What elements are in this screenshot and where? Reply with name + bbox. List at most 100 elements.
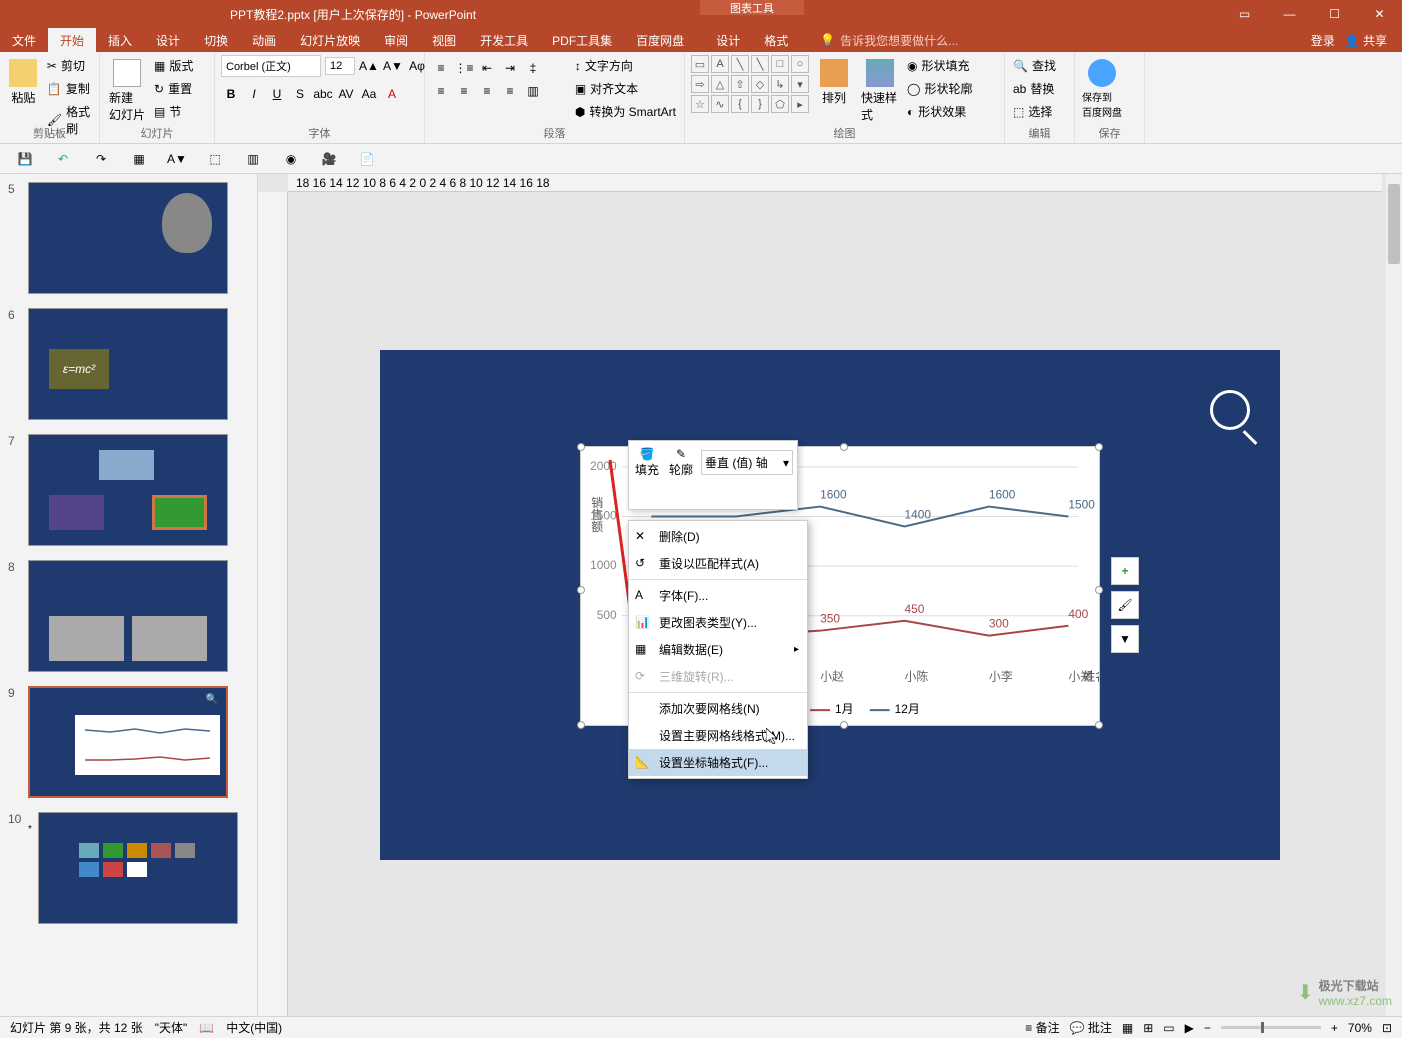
section-button[interactable]: ▤节 <box>152 101 195 122</box>
tab-insert[interactable]: 插入 <box>96 28 144 52</box>
copy-button[interactable]: 📋复制 <box>45 78 93 99</box>
line-spacing-button[interactable]: ‡ <box>523 58 543 78</box>
tab-file[interactable]: 文件 <box>0 28 48 52</box>
shape-conn-icon[interactable]: ↳ <box>771 75 789 93</box>
new-slide-button[interactable]: 新建 幻灯片 <box>106 55 148 127</box>
shadow-button[interactable]: abc <box>313 84 333 104</box>
normal-view-button[interactable]: ▦ <box>1122 1021 1133 1035</box>
share-button[interactable]: 👤 共享 <box>1345 32 1387 49</box>
tab-chart-format[interactable]: 格式 <box>752 28 800 52</box>
tab-home[interactable]: 开始 <box>48 28 96 52</box>
chart-filter-button[interactable]: ▼ <box>1111 625 1139 653</box>
reset-button[interactable]: ↻重置 <box>152 78 195 99</box>
arrange-button[interactable]: 排列 <box>813 55 855 110</box>
shape-arrow2-icon[interactable]: ⇧ <box>731 75 749 93</box>
justify-button[interactable]: ≡ <box>500 81 520 101</box>
bullets-button[interactable]: ≡ <box>431 58 451 78</box>
qat-icon-5[interactable]: ◉ <box>281 149 301 169</box>
decrease-indent-button[interactable]: ⇤ <box>477 58 497 78</box>
increase-indent-button[interactable]: ⇥ <box>500 58 520 78</box>
shape-diamond-icon[interactable]: ◇ <box>751 75 769 93</box>
italic-button[interactable]: I <box>244 84 264 104</box>
slideshow-view-button[interactable]: ▶ <box>1185 1021 1194 1035</box>
paste-button[interactable]: 粘贴 <box>6 55 41 110</box>
resize-handle[interactable] <box>1095 721 1103 729</box>
shape-line-icon[interactable]: ╲ <box>731 55 749 73</box>
align-right-button[interactable]: ≡ <box>477 81 497 101</box>
resize-handle[interactable] <box>840 721 848 729</box>
zoom-out-button[interactable]: − <box>1204 1021 1211 1035</box>
slide-thumbnail-5[interactable]: 5 <box>4 178 253 298</box>
shape-tri-icon[interactable]: △ <box>711 75 729 93</box>
shape-text-icon[interactable]: A <box>711 55 729 73</box>
menu-major-gridlines-format[interactable]: 设置主要网格线格式(M)... <box>629 722 807 749</box>
qat-icon-1[interactable]: ▦ <box>129 149 149 169</box>
thumbnail-panel[interactable]: 5 6 ε=mc² 7 8 9 <box>0 174 258 1016</box>
find-button[interactable]: 🔍查找 <box>1011 55 1058 76</box>
shape-rect-icon[interactable]: ▭ <box>691 55 709 73</box>
align-left-button[interactable]: ≡ <box>431 81 451 101</box>
select-button[interactable]: ⬚选择 <box>1011 101 1058 122</box>
fit-window-button[interactable]: ⊡ <box>1382 1021 1392 1035</box>
qat-icon-4[interactable]: ▥ <box>243 149 263 169</box>
qat-icon-3[interactable]: ⬚ <box>205 149 225 169</box>
menu-font[interactable]: A字体(F)... <box>629 582 807 609</box>
slide-canvas[interactable]: 销售额 2000 1500 1000 500 1500 1500 1600 14… <box>380 350 1280 860</box>
tab-developer[interactable]: 开发工具 <box>468 28 540 52</box>
shape-outline-button[interactable]: ◯形状轮廓 <box>905 78 974 99</box>
shapes-gallery[interactable]: ▭ A ╲ ╲ □ ○ ⇨ △ ⇧ ◇ ↳ ▾ ☆ ∿ { } ⬠ ▸ <box>691 55 809 113</box>
ribbon-options-icon[interactable]: ▭ <box>1222 0 1267 28</box>
text-direction-button[interactable]: ↕文字方向 <box>573 55 678 76</box>
slide-thumbnail-8[interactable]: 8 <box>4 556 253 676</box>
shape-expand-icon[interactable]: ▸ <box>791 95 809 113</box>
shape-curve-icon[interactable]: ∿ <box>711 95 729 113</box>
resize-handle[interactable] <box>840 443 848 451</box>
shape-arrow-icon[interactable]: ⇨ <box>691 75 709 93</box>
slide-thumbnail-6[interactable]: 6 ε=mc² <box>4 304 253 424</box>
tab-baidu[interactable]: 百度网盘 <box>624 28 696 52</box>
underline-button[interactable]: U <box>267 84 287 104</box>
align-text-button[interactable]: ▣对齐文本 <box>573 78 678 99</box>
grow-font-button[interactable]: A▲ <box>359 56 379 76</box>
slide-thumbnail-9[interactable]: 9 🔍 <box>4 682 253 802</box>
tab-chart-design[interactable]: 设计 <box>704 28 752 52</box>
comments-button[interactable]: 💬 批注 <box>1070 1019 1112 1036</box>
shape-circle-icon[interactable]: ○ <box>791 55 809 73</box>
shape-line2-icon[interactable]: ╲ <box>751 55 769 73</box>
save-baidu-button[interactable]: 保存到 百度网盘 <box>1081 55 1123 123</box>
font-size-select[interactable]: 12 <box>325 57 355 75</box>
mini-fill-button[interactable]: 🪣 填充 <box>633 445 661 480</box>
resize-handle[interactable] <box>1095 586 1103 594</box>
qat-icon-2[interactable]: A▼ <box>167 149 187 169</box>
tab-pdf[interactable]: PDF工具集 <box>540 28 624 52</box>
tab-view[interactable]: 视图 <box>420 28 468 52</box>
shape-brace2-icon[interactable]: } <box>751 95 769 113</box>
resize-handle[interactable] <box>1095 443 1103 451</box>
tab-review[interactable]: 审阅 <box>372 28 420 52</box>
quick-styles-button[interactable]: 快速样式 <box>859 55 901 127</box>
redo-button[interactable]: ↷ <box>91 149 111 169</box>
menu-delete[interactable]: ✕删除(D) <box>629 523 807 550</box>
tab-transition[interactable]: 切换 <box>192 28 240 52</box>
shape-fill-button[interactable]: ◉形状填充 <box>905 55 974 76</box>
save-button[interactable]: 💾 <box>15 149 35 169</box>
numbering-button[interactable]: ⋮≡ <box>454 58 474 78</box>
tell-me-search[interactable]: 💡 告诉我您想要做什么... <box>820 32 958 49</box>
resize-handle[interactable] <box>577 443 585 451</box>
menu-axis-format[interactable]: 📐设置坐标轴格式(F)... <box>629 749 807 776</box>
font-color-button[interactable]: A <box>382 84 402 104</box>
undo-button[interactable]: ↶ <box>53 149 73 169</box>
axis-dropdown[interactable]: 垂直 (值) 轴 ▾ <box>701 450 793 475</box>
zoom-slider[interactable] <box>1221 1026 1321 1029</box>
minimize-button[interactable]: — <box>1267 0 1312 28</box>
replace-button[interactable]: ab替换 <box>1011 78 1058 99</box>
smartart-button[interactable]: ⬢转换为 SmartArt <box>573 101 678 122</box>
tab-design[interactable]: 设计 <box>144 28 192 52</box>
case-button[interactable]: Aa <box>359 84 379 104</box>
chart-add-element-button[interactable]: + <box>1111 557 1139 585</box>
zoom-level[interactable]: 70% <box>1348 1021 1372 1035</box>
language-indicator[interactable]: 中文(中国) <box>226 1019 282 1036</box>
columns-button[interactable]: ▥ <box>523 81 543 101</box>
menu-edit-data[interactable]: ▦编辑数据(E)▸ <box>629 636 807 663</box>
maximize-button[interactable]: ☐ <box>1312 0 1357 28</box>
